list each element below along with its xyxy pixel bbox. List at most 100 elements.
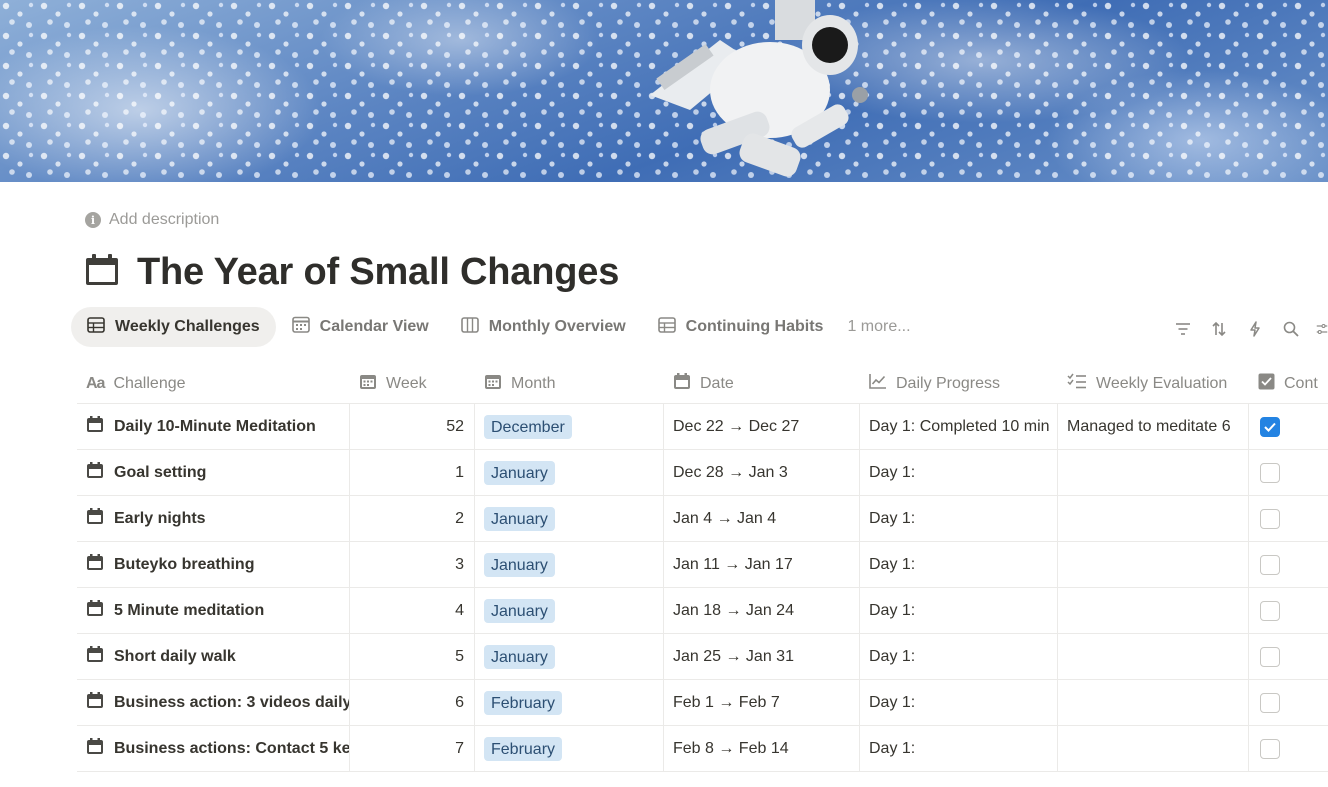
cell-month[interactable]: January [475,450,664,495]
cell-daily-progress[interactable]: Day 1: [860,726,1058,771]
cell-continue[interactable] [1249,496,1328,541]
cell-month[interactable]: January [475,588,664,633]
column-label: Month [511,374,556,392]
column-label: Daily Progress [896,374,1001,392]
column-header-month[interactable]: Month [475,364,664,403]
cell-month[interactable]: February [475,680,664,725]
table-row[interactable]: Business action: 3 videos daily 6 February… [77,680,1328,726]
cell-date[interactable]: Dec 28 → Jan 3 [664,450,860,495]
add-description[interactable]: i Add description [85,209,219,231]
cell-challenge[interactable]: Early nights [77,496,350,541]
cell-daily-progress[interactable]: Day 1: [860,588,1058,633]
cell-date[interactable]: Jan 11 → Jan 17 [664,542,860,587]
cell-month[interactable]: January [475,542,664,587]
cell-date[interactable]: Feb 8 → Feb 14 [664,726,860,771]
table-row[interactable]: Buteyko breathing 3 January Jan 11 → Jan 17… [77,542,1328,588]
cell-date[interactable]: Jan 25 → Jan 31 [664,634,860,679]
continue-checkbox[interactable] [1260,508,1280,529]
challenge-name: Business action: 3 videos daily [114,693,350,711]
column-header-continue[interactable]: Cont [1249,364,1328,403]
evaluation-text: Managed to meditate 6 [1067,417,1231,435]
cell-weekly-evaluation[interactable] [1058,450,1249,495]
continue-checkbox[interactable] [1260,738,1280,759]
tab-continuing-habits[interactable]: Continuing Habits [642,307,840,347]
table-row[interactable]: Business actions: Contact 5 key 7 February… [77,726,1328,772]
cell-challenge[interactable]: 5 Minute meditation [77,588,350,633]
continue-checkbox[interactable] [1260,600,1280,621]
cell-daily-progress[interactable]: Day 1: Completed 10 min [860,404,1058,449]
cell-weekly-evaluation[interactable] [1058,680,1249,725]
more-views-button[interactable]: 1 more... [839,307,918,347]
column-header-week[interactable]: Week [350,364,475,403]
tab-monthly-overview[interactable]: Monthly Overview [445,307,642,347]
continue-checkbox[interactable] [1260,646,1280,667]
cell-week[interactable]: 7 [350,726,475,771]
automation-icon[interactable] [1244,318,1266,340]
table-row[interactable]: 5 Minute meditation 4 January Jan 18 → Jan … [77,588,1328,634]
column-header-challenge[interactable]: Aa Challenge [77,364,350,403]
cell-challenge[interactable]: Daily 10-Minute Meditation [77,404,350,449]
cell-continue[interactable] [1249,450,1328,495]
cell-daily-progress[interactable]: Day 1: [860,634,1058,679]
cell-continue[interactable] [1249,680,1328,725]
filter-icon[interactable] [1172,318,1194,340]
cell-continue[interactable] [1249,588,1328,633]
table-row[interactable]: Goal setting 1 January Dec 28 → Jan 3 Day 1: [77,450,1328,496]
cell-weekly-evaluation[interactable] [1058,588,1249,633]
cell-challenge[interactable]: Business actions: Contact 5 key [77,726,350,771]
cell-week[interactable]: 52 [350,404,475,449]
cell-continue[interactable] [1249,542,1328,587]
cell-month[interactable]: January [475,634,664,679]
cell-date[interactable]: Jan 4 → Jan 4 [664,496,860,541]
column-header-daily-progress[interactable]: Daily Progress [860,364,1058,403]
cell-date[interactable]: Feb 1 → Feb 7 [664,680,860,725]
cell-weekly-evaluation[interactable] [1058,634,1249,679]
tab-weekly-challenges[interactable]: Weekly Challenges [71,307,276,347]
cell-week[interactable]: 5 [350,634,475,679]
cell-month[interactable]: December [475,404,664,449]
table-row[interactable]: Short daily walk 5 January Jan 25 → Jan 31 D… [77,634,1328,680]
calendar-icon[interactable] [85,253,119,291]
cell-challenge[interactable]: Short daily walk [77,634,350,679]
continue-checkbox[interactable] [1260,462,1280,483]
cell-week[interactable]: 3 [350,542,475,587]
table-icon [87,316,105,338]
continue-checkbox[interactable] [1260,416,1280,437]
cell-daily-progress[interactable]: Day 1: [860,680,1058,725]
progress-text: Day 1: [869,555,916,573]
cell-daily-progress[interactable]: Day 1: [860,450,1058,495]
cell-continue[interactable] [1249,726,1328,771]
cell-continue[interactable] [1249,404,1328,449]
cell-weekly-evaluation[interactable]: Managed to meditate 6 [1058,404,1249,449]
cell-date[interactable]: Dec 22 → Dec 27 [664,404,860,449]
calendar-icon [86,737,104,760]
sort-icon[interactable] [1208,318,1230,340]
cell-weekly-evaluation[interactable] [1058,542,1249,587]
continue-checkbox[interactable] [1260,554,1280,575]
cell-month[interactable]: January [475,496,664,541]
tab-calendar-view[interactable]: Calendar View [276,307,445,347]
cell-month[interactable]: February [475,726,664,771]
cell-challenge[interactable]: Business action: 3 videos daily [77,680,350,725]
table-row[interactable]: Early nights 2 January Jan 4 → Jan 4 Day 1: [77,496,1328,542]
settings-icon[interactable] [1316,318,1328,340]
cell-date[interactable]: Jan 18 → Jan 24 [664,588,860,633]
cell-daily-progress[interactable]: Day 1: [860,542,1058,587]
table-row[interactable]: Daily 10-Minute Meditation 52 December Dec … [77,404,1328,450]
cell-challenge[interactable]: Buteyko breathing [77,542,350,587]
cell-challenge[interactable]: Goal setting [77,450,350,495]
cell-weekly-evaluation[interactable] [1058,726,1249,771]
page-title[interactable]: The Year of Small Changes [137,251,619,294]
cell-week[interactable]: 6 [350,680,475,725]
column-header-date[interactable]: Date [664,364,860,403]
cell-week[interactable]: 1 [350,450,475,495]
cell-weekly-evaluation[interactable] [1058,496,1249,541]
cell-week[interactable]: 4 [350,588,475,633]
cell-daily-progress[interactable]: Day 1: [860,496,1058,541]
month-tag: January [484,460,555,485]
continue-checkbox[interactable] [1260,692,1280,713]
cell-week[interactable]: 2 [350,496,475,541]
search-icon[interactable] [1280,318,1302,340]
cell-continue[interactable] [1249,634,1328,679]
column-header-weekly-evaluation[interactable]: Weekly Evaluation [1058,364,1249,403]
